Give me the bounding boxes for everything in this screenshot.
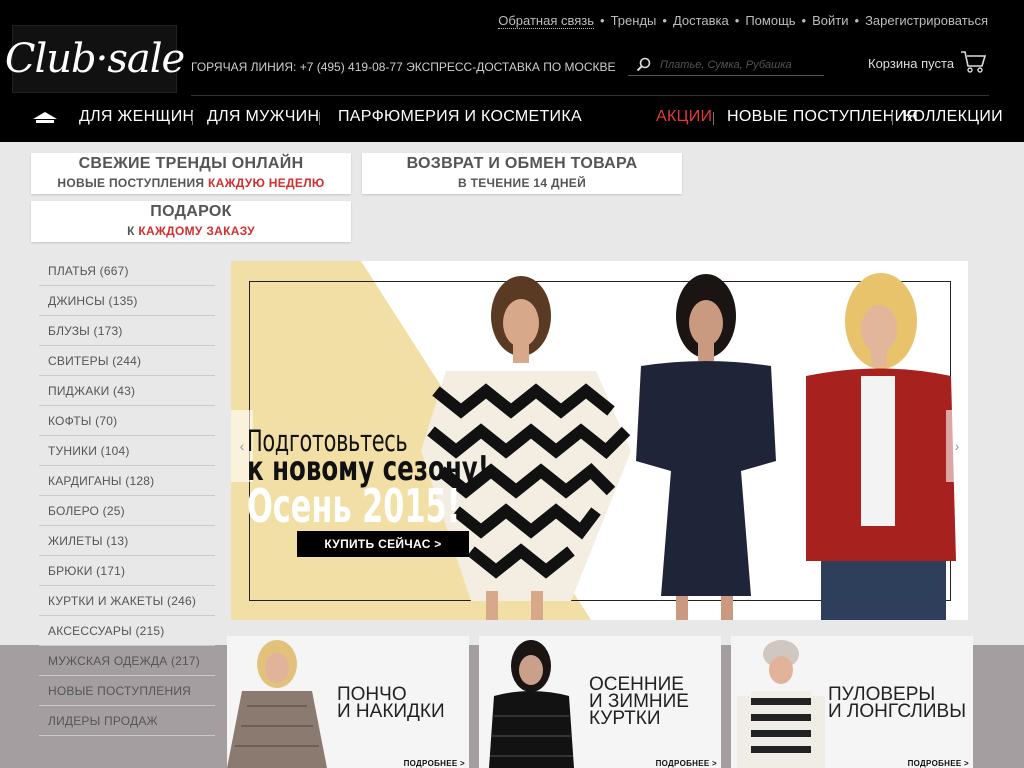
sidebar-item-new-arrivals[interactable]: НОВЫЕ ПОСТУПЛЕНИЯ [39,676,215,706]
sidebar-item-bestsellers[interactable]: ЛИДЕРЫ ПРОДАЖ [39,706,215,736]
bullet-separator: • [734,13,740,28]
sidebar-item-trousers[interactable]: БРЮКИ (171) [39,556,215,586]
tile-jackets-more-link[interactable]: ПОДРОБНЕЕ > [656,759,717,768]
sidebar-item-sweaters[interactable]: СВИТЕРЫ (244) [39,346,215,376]
promo-gift-sub-red: КАЖДОМУ ЗАКАЗУ [138,224,255,238]
nav-divider [892,112,893,125]
sidebar-item-blazers[interactable]: ПИДЖАКИ (43) [39,376,215,406]
sidebar-item-dresses[interactable]: ПЛАТЬЯ (667) [39,256,215,286]
tile-pullovers-line2: И ЛОНГСЛИВЫ [828,701,967,722]
hero-headline-3: Осень 2015! [247,479,461,533]
cart-label: Корзина пуста [868,56,955,71]
tile-ponchos[interactable]: ПОНЧО И НАКИДКИ ПОДРОБНЕЕ > [227,636,469,768]
bullet-separator: • [600,13,605,28]
search-bar [628,54,824,76]
site-header: Club·sale ГОРЯЧАЯ ЛИНИЯ: +7 (495) 419-08… [0,0,1024,142]
promo-gift-title: ПОДАРОК [150,203,232,220]
sidebar-item-vests[interactable]: ЖИЛЕТЫ (13) [39,526,215,556]
cart-icon [960,50,987,77]
search-icon[interactable] [628,57,660,73]
help-link[interactable]: Помощь [745,13,795,29]
promo-trends[interactable]: СВЕЖИЕ ТРЕНДЫ ОНЛАЙН НОВЫЕ ПОСТУПЛЕНИЯ К… [31,153,351,194]
login-link[interactable]: Войти [812,13,848,29]
promo-trends-sub-red: КАЖДУЮ НЕДЕЛЮ [207,176,325,190]
promo-gift[interactable]: ПОДАРОК К КАЖДОМУ ЗАКАЗУ [31,201,351,242]
nav-divider [319,112,320,125]
hero-next-arrow[interactable]: › [946,410,968,482]
header-divider [191,95,989,96]
promo-returns[interactable]: ВОЗВРАТ И ОБМЕН ТОВАРА В ТЕЧЕНИЕ 14 ДНЕЙ [362,153,682,194]
bullet-separator: • [801,13,807,28]
sidebar-item-menswear[interactable]: МУЖСКАЯ ОДЕЖДА (217) [39,646,215,676]
tile-ponchos-line2: И НАКИДКИ [337,701,445,722]
search-input[interactable] [660,58,810,71]
cart[interactable]: Корзина пуста [868,50,987,77]
hotline-text: ГОРЯЧАЯ ЛИНИЯ: +7 (495) 419-08-77 ЭКСПРЕ… [191,60,616,74]
tile-jackets-line3: КУРТКИ [589,708,661,729]
top-links: Обратная связь • Тренды • Доставка • Пом… [498,13,988,29]
tile-pullovers[interactable]: ПУЛОВЕРЫ И ЛОНГСЛИВЫ ПОДРОБНЕЕ > [731,636,973,768]
sidebar-item-accessories[interactable]: АКСЕССУАРЫ (215) [39,616,215,646]
tile-jackets[interactable]: ОСЕННИЕ И ЗИМНИЕ КУРТКИ ПОДРОБНЕЕ > [479,636,721,768]
promo-gift-subtitle: К КАЖДОМУ ЗАКАЗУ [31,224,351,238]
trends-link[interactable]: Тренды [611,13,657,29]
promo-trends-sub: НОВЫЕ ПОСТУПЛЕНИЯ [57,176,205,190]
logo[interactable]: Club·sale [5,25,185,93]
logo-text: Club·sale [4,36,185,82]
register-link[interactable]: Зарегистрироваться [865,13,988,29]
sidebar-item-blouses[interactable]: БЛУЗЫ (173) [39,316,215,346]
sidebar-item-boleros[interactable]: БОЛЕРО (25) [39,496,215,526]
promo-returns-subtitle: В ТЕЧЕНИЕ 14 ДНЕЙ [457,176,587,190]
nav-collections[interactable]: КОЛЛЕКЦИИ [903,108,1003,126]
nav-men[interactable]: ДЛЯ МУЖЧИН [207,108,319,126]
nav-perfume[interactable]: ПАРФЮМЕРИЯ И КОСМЕТИКА [338,108,582,126]
nav-divider [192,112,193,125]
promo-returns-title: ВОЗВРАТ И ОБМЕН ТОВАРА [406,155,638,172]
sidebar-item-cardigans[interactable]: КАРДИГАНЫ (128) [39,466,215,496]
hero-banner[interactable]: ‹ › Подготовьтесь к новому сезону! Осень… [231,261,968,620]
main-nav: ДЛЯ ЖЕНЩИН ДЛЯ МУЖЧИН ПАРФЮМЕРИЯ И КОСМЕ… [0,104,1024,132]
feedback-link[interactable]: Обратная связь [498,13,595,29]
promo-trends-title: СВЕЖИЕ ТРЕНДЫ ОНЛАЙН [78,155,304,172]
sidebar-item-tops[interactable]: КОФТЫ (70) [39,406,215,436]
nav-sale[interactable]: АКЦИИ [656,108,712,126]
bullet-separator: • [662,13,667,28]
category-sidebar: ПЛАТЬЯ (667) ДЖИНСЫ (135) БЛУЗЫ (173) СВ… [39,256,215,736]
tile-ponchos-more-link[interactable]: ПОДРОБНЕЕ > [404,759,465,768]
tile-pullovers-more-link[interactable]: ПОДРОБНЕЕ > [908,759,969,768]
tile-ponchos-image [227,640,327,768]
bullet-separator: • [854,13,860,28]
sidebar-item-jackets[interactable]: КУРТКИ И ЖАКЕТЫ (246) [39,586,215,616]
promo-trends-subtitle: НОВЫЕ ПОСТУПЛЕНИЯ КАЖДУЮ НЕДЕЛЮ [31,176,351,190]
delivery-link[interactable]: Доставка [673,13,729,29]
promo-gift-sub: К [127,224,135,238]
tile-pullovers-image [737,640,825,768]
buy-now-button[interactable]: КУПИТЬ СЕЙЧАС > [297,531,469,557]
nav-divider [713,112,714,125]
nav-new-arrivals[interactable]: НОВЫЕ ПОСТУПЛЕНИЯ [727,108,918,126]
tile-jackets-image [489,640,574,768]
nav-women[interactable]: ДЛЯ ЖЕНЩИН [79,108,194,126]
sidebar-item-tunics[interactable]: ТУНИКИ (104) [39,436,215,466]
sidebar-item-jeans[interactable]: ДЖИНСЫ (135) [39,286,215,316]
home-icon[interactable] [32,110,58,129]
